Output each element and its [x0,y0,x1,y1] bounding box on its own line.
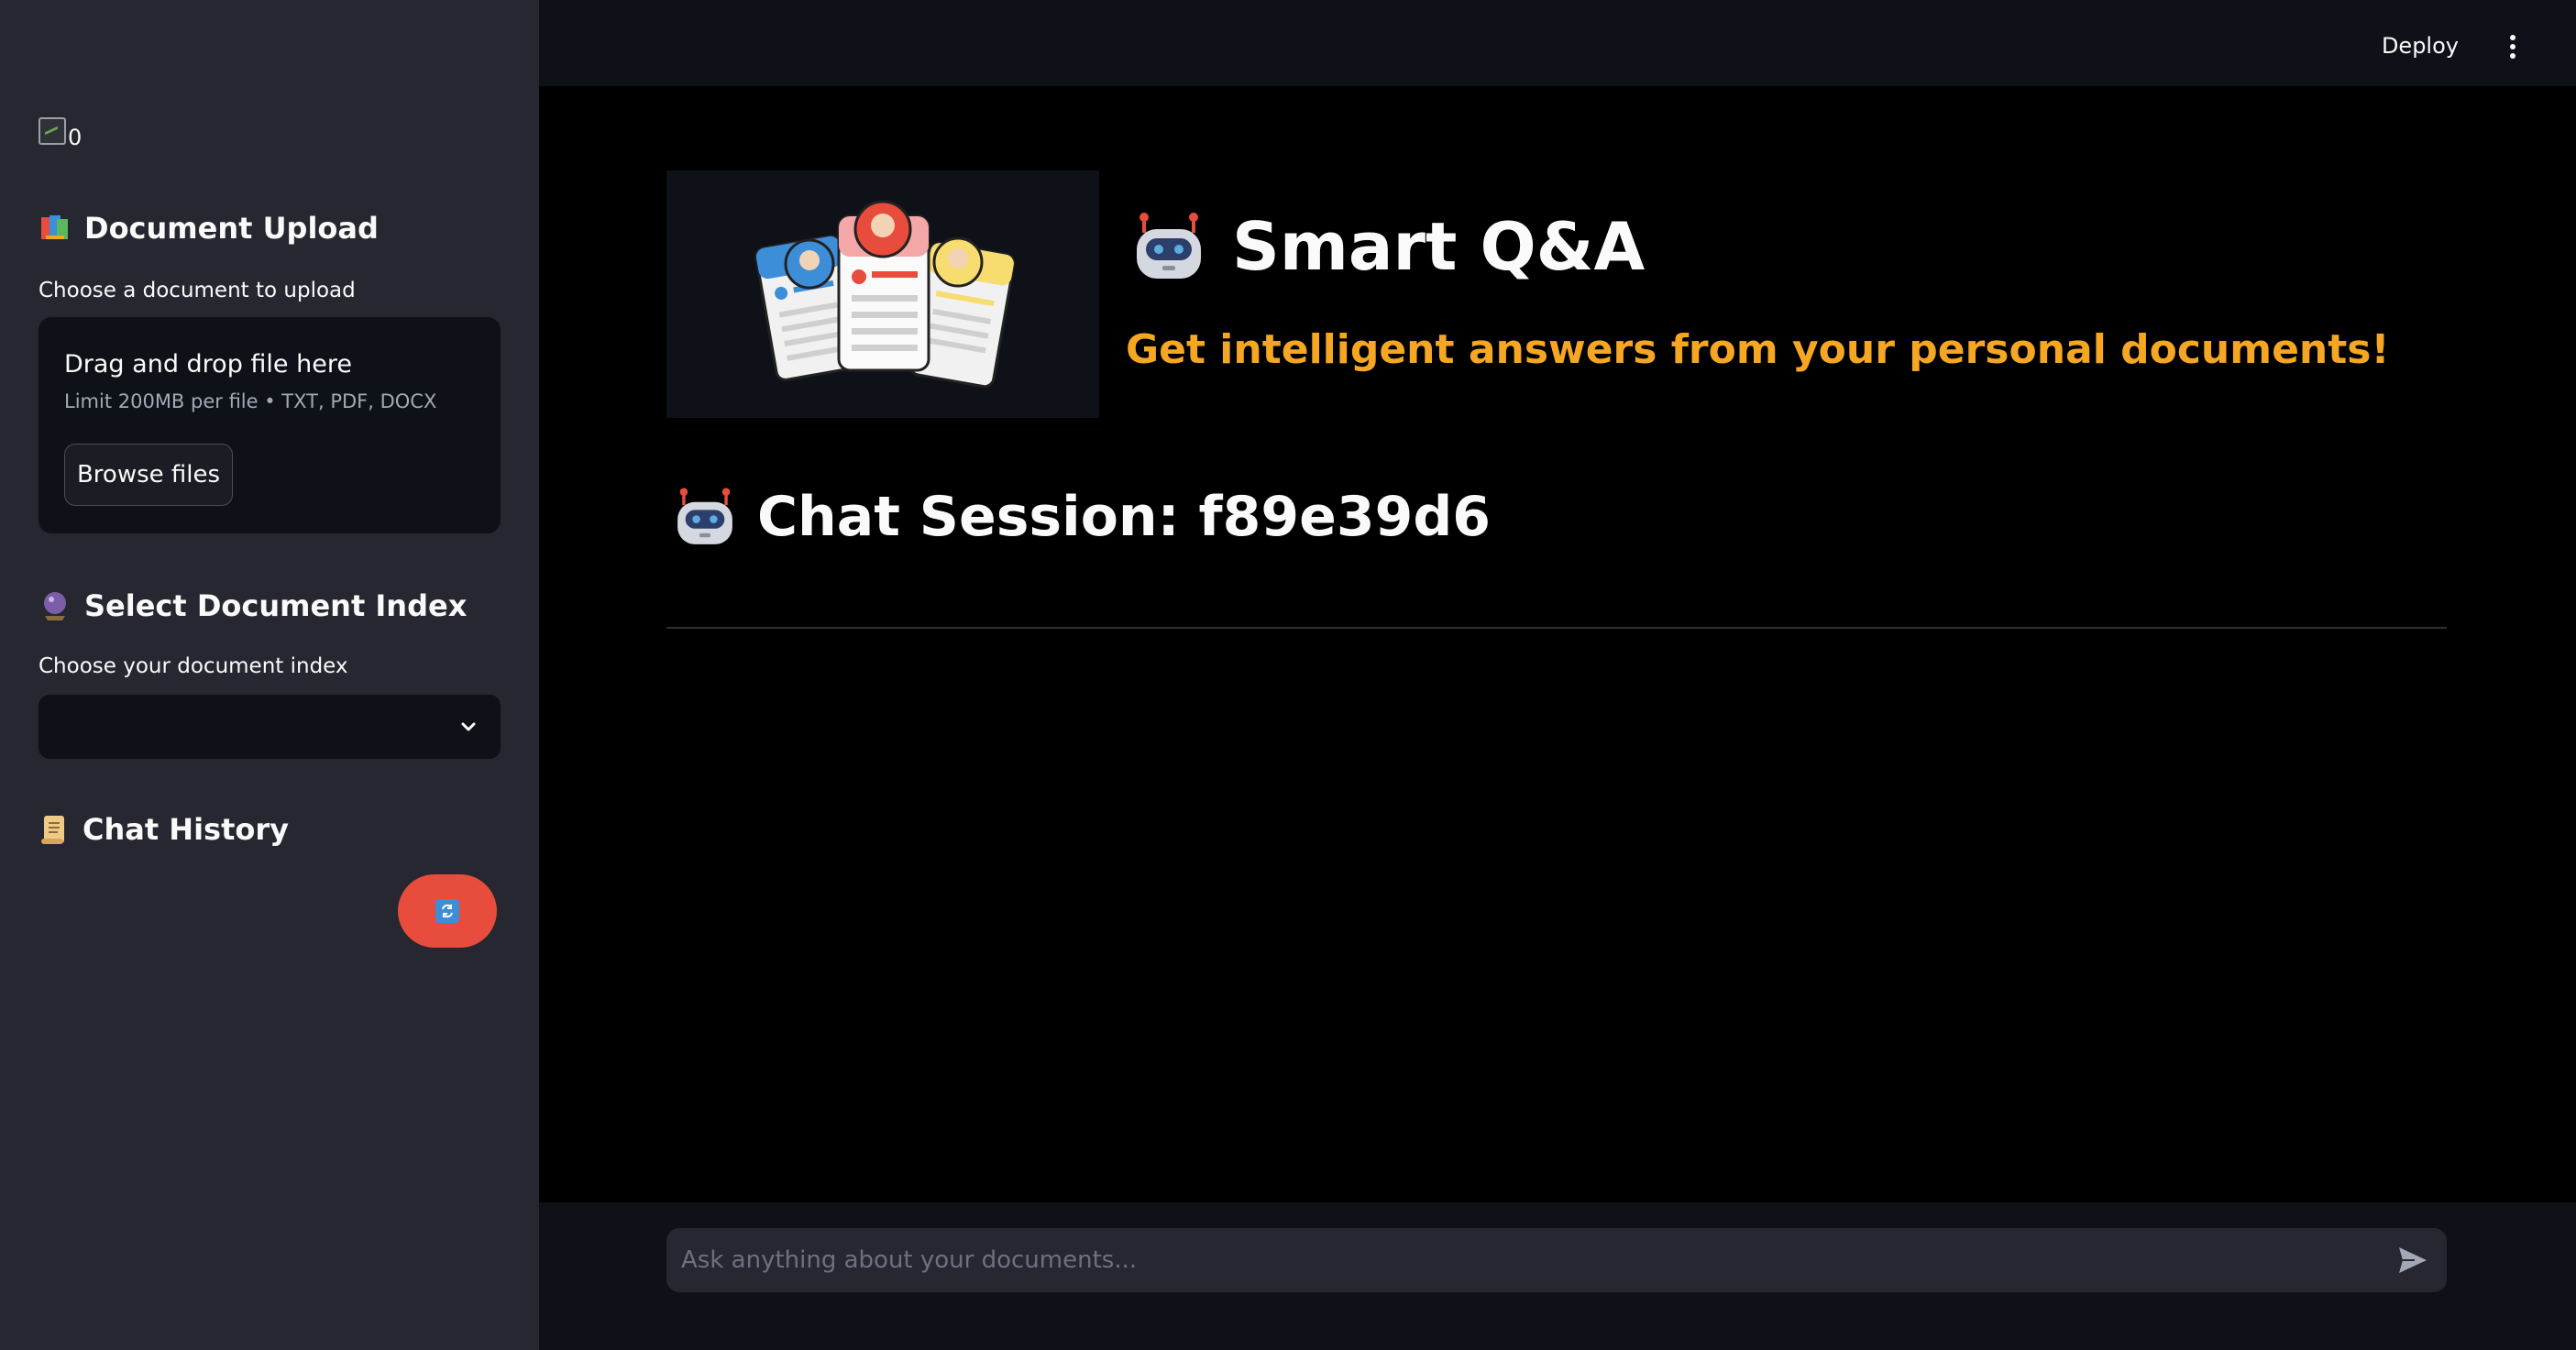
scroll-icon [41,816,64,844]
sidebar-logo-image: 0 [39,117,82,150]
broken-image-icon [39,117,66,145]
select-index-heading: Select Document Index [39,583,467,629]
browse-files-button[interactable]: Browse files [64,444,233,506]
logo-alt-text: 0 [68,125,83,150]
file-dropzone[interactable]: Drag and drop file here Limit 200MB per … [39,317,501,533]
upload-label: Choose a document to upload [39,279,356,302]
top-toolbar: Deploy [539,0,2576,86]
app-subtitle: Get intelligent answers from your person… [1126,326,2390,373]
dropzone-limit: Limit 200MB per file • TXT, PDF, DOCX [64,390,437,412]
refresh-history-button[interactable] [398,874,497,948]
document-index-select[interactable] [39,695,501,759]
app-title: Smart Q&A [1232,208,1646,285]
title-row: Smart Q&A [1131,207,1645,286]
robot-icon [1137,213,1201,279]
document-upload-heading: Document Upload [39,205,379,251]
chevron-down-icon [461,722,476,731]
select-index-title: Select Document Index [84,588,468,623]
chat-session-header: Chat Session: f89e39d6 [673,480,1491,554]
chat-history-title: Chat History [83,812,290,847]
refresh-icon [435,899,459,923]
chat-input[interactable] [666,1228,2447,1292]
hero-illustration [666,170,1099,418]
document-upload-title: Document Upload [84,211,379,246]
books-icon [41,215,68,239]
robot-icon [677,488,732,544]
profile-cards-illustration [754,200,1016,389]
chat-session-title: Chat Session: f89e39d6 [757,485,1492,549]
dropzone-title: Drag and drop file here [64,350,352,379]
more-menu-icon[interactable] [2506,33,2519,60]
index-label: Choose your document index [39,654,348,678]
send-icon[interactable] [2396,1245,2429,1276]
crystal-ball-icon [44,592,66,620]
sidebar: 0 Document Upload Choose a document to u… [0,0,539,1350]
section-divider [666,627,2447,629]
chat-history-heading: Chat History [39,807,289,852]
deploy-button[interactable]: Deploy [2382,33,2459,59]
